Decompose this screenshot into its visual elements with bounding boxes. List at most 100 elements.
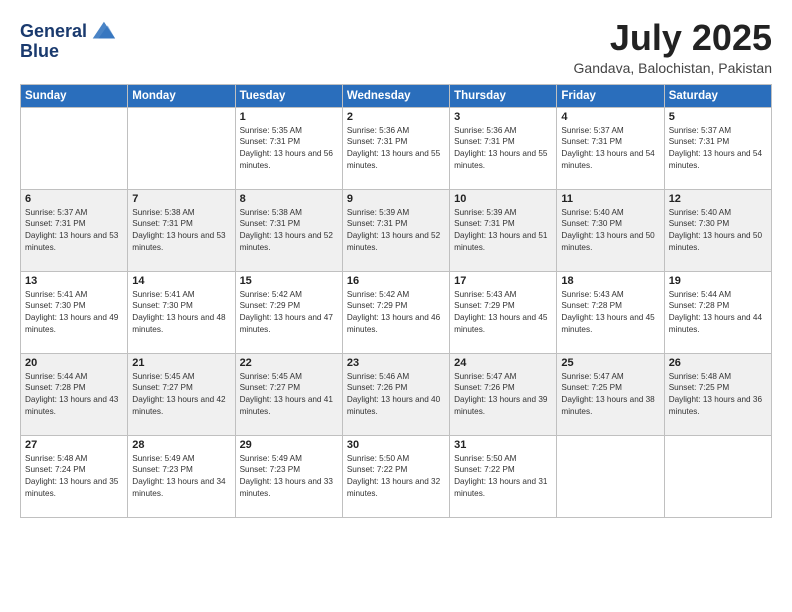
sunset-text: Sunset: 7:31 PM: [25, 219, 86, 228]
table-row: 7 Sunrise: 5:38 AMSunset: 7:31 PMDaylight…: [128, 189, 235, 271]
daylight-text: Daylight: 13 hours and 33 minutes.: [240, 477, 333, 498]
day-info: Sunrise: 5:43 AMSunset: 7:28 PMDaylight:…: [561, 289, 659, 337]
table-row: 13Sunrise: 5:41 AMSunset: 7:30 PMDayligh…: [21, 271, 128, 353]
sunrise-text: Sunrise: 5:50 AM: [454, 454, 516, 463]
day-number: 7: [132, 193, 230, 205]
daylight-text: Daylight: 13 hours and 50 minutes.: [669, 231, 762, 252]
table-row: 17Sunrise: 5:43 AMSunset: 7:29 PMDayligh…: [450, 271, 557, 353]
sunset-text: Sunset: 7:28 PM: [669, 301, 730, 310]
day-info: Sunrise: 5:35 AMSunset: 7:31 PMDaylight:…: [240, 125, 338, 173]
table-row: 6Sunrise: 5:37 AMSunset: 7:31 PMDaylight…: [21, 189, 128, 271]
day-info: Sunrise: 5:46 AMSunset: 7:26 PMDaylight:…: [347, 371, 445, 419]
day-number: 9: [347, 193, 445, 205]
sunset-text: Sunset: 7:31 PM: [347, 219, 408, 228]
sunset-text: Sunset: 7:30 PM: [561, 219, 622, 228]
day-info: Sunrise: 5:38 AMSunset: 7:31 PMDaylight:…: [240, 207, 338, 255]
day-number: 5: [669, 111, 767, 123]
sunrise-text: Sunrise: 5:44 AM: [25, 372, 87, 381]
table-row: 22 Sunrise: 5:45 AM Sunset: 7:27 PM Dayligh…: [235, 353, 342, 435]
sunrise-text: Sunrise: 5:46 AM: [347, 372, 409, 381]
calendar-row: 27Sunrise: 5:48 AMSunset: 7:24 PMDayligh…: [21, 435, 772, 517]
day-number: 13: [25, 275, 123, 287]
page: General Blue July 2025 Gandava, Balochis…: [0, 0, 792, 612]
sunset-text: Sunset: 7:28 PM: [561, 301, 622, 310]
day-number: 4: [561, 111, 659, 123]
sunset-text: Sunset: 7:31 PM: [454, 219, 515, 228]
sunrise-text: Sunrise: 5:45 AM: [240, 372, 302, 381]
col-saturday: Saturday: [664, 84, 771, 107]
daylight-text: Daylight: 13 hours and 55 minutes.: [347, 149, 440, 170]
sunrise-text: Sunrise: 5:50 AM: [347, 454, 409, 463]
sunset-text: Sunset: 7:29 PM: [454, 301, 515, 310]
day-number: 16: [347, 275, 445, 287]
table-row: 30Sunrise: 5:50 AMSunset: 7:22 PMDayligh…: [342, 435, 449, 517]
day-number: 10: [454, 193, 552, 205]
day-info: Sunrise: 5:42 AMSunset: 7:29 PMDaylight:…: [240, 289, 338, 337]
sunrise-text: Sunrise: 5:38 AM: [132, 208, 194, 217]
day-info: Sunrise: 5:38 AMSunset: 7:31 PMDaylight:…: [132, 207, 230, 255]
day-number: 31: [454, 439, 552, 451]
day-info: Sunrise: 5:47 AMSunset: 7:25 PMDaylight:…: [561, 371, 659, 419]
sunset-text: Sunset: 7:23 PM: [240, 465, 301, 474]
sunset-text: Sunset: 7:31 PM: [240, 219, 301, 228]
sunset-text: Sunset: 7:30 PM: [669, 219, 730, 228]
table-row: [128, 107, 235, 189]
daylight-text: Daylight: 13 hours and 41 minutes.: [240, 395, 333, 416]
table-row: [21, 107, 128, 189]
table-row: 12Sunrise: 5:40 AMSunset: 7:30 PMDayligh…: [664, 189, 771, 271]
sunrise-text: Sunrise: 5:48 AM: [669, 372, 731, 381]
day-number: 3: [454, 111, 552, 123]
calendar-row: 20 Sunrise: 5:44 AMSunset: 7:28 PMDayligh…: [21, 353, 772, 435]
sunrise-text: Sunrise: 5:39 AM: [347, 208, 409, 217]
table-row: 31Sunrise: 5:50 AMSunset: 7:22 PMDayligh…: [450, 435, 557, 517]
day-number: 19: [669, 275, 767, 287]
table-row: 20 Sunrise: 5:44 AMSunset: 7:28 PMDayligh…: [21, 353, 128, 435]
sunset-text: Sunset: 7:22 PM: [454, 465, 515, 474]
day-number: 6: [25, 193, 123, 205]
sunset-text: Sunset: 7:26 PM: [454, 383, 515, 392]
day-number: 15: [240, 275, 338, 287]
table-row: 11Sunrise: 5:40 AMSunset: 7:30 PMDayligh…: [557, 189, 664, 271]
day-number: 24: [454, 357, 552, 369]
sunrise-text: Sunrise: 5:41 AM: [132, 290, 194, 299]
daylight-text: Daylight: 13 hours and 45 minutes.: [454, 313, 547, 334]
day-number: 14: [132, 275, 230, 287]
day-info: Sunrise: 5:45 AMSunset: 7:27 PMDaylight:…: [132, 371, 230, 419]
sunrise-text: Sunrise: 5:44 AM: [669, 290, 731, 299]
sunrise-text: Sunrise: 5:47 AM: [561, 372, 623, 381]
day-number: 22: [240, 357, 338, 369]
daylight-text: Daylight: 13 hours and 49 minutes.: [25, 313, 118, 334]
day-number: 17: [454, 275, 552, 287]
day-number: 26: [669, 357, 767, 369]
day-number: 25: [561, 357, 659, 369]
daylight-text: Daylight: 13 hours and 39 minutes.: [454, 395, 547, 416]
calendar-row: 13 Sunrise: 5:41 AMSunset: 7:30 PMDayligh…: [21, 271, 772, 353]
sunset-text: Sunset: 7:27 PM: [240, 383, 301, 392]
day-number: 20: [25, 357, 123, 369]
logo-text-line1: General: [20, 22, 87, 42]
day-info: Sunrise: 5:44 AMSunset: 7:28 PMDaylight:…: [25, 371, 123, 419]
sunset-text: Sunset: 7:31 PM: [240, 137, 301, 146]
sunrise-text: Sunrise: 5:36 AM: [454, 126, 516, 135]
table-row: 21Sunrise: 5:45 AMSunset: 7:27 PMDayligh…: [128, 353, 235, 435]
table-row: 10Sunrise: 5:39 AMSunset: 7:31 PMDayligh…: [450, 189, 557, 271]
table-row: 19Sunrise: 5:44 AMSunset: 7:28 PMDayligh…: [664, 271, 771, 353]
day-info: Sunrise: 5:36 AMSunset: 7:31 PMDaylight:…: [347, 125, 445, 173]
logo-text-line2: Blue: [20, 42, 59, 62]
sunrise-text: Sunrise: 5:40 AM: [561, 208, 623, 217]
month-title: July 2025: [574, 18, 772, 58]
day-info: Sunrise: 5:40 AMSunset: 7:30 PMDaylight:…: [561, 207, 659, 255]
col-wednesday: Wednesday: [342, 84, 449, 107]
day-number: 2: [347, 111, 445, 123]
sunset-text: Sunset: 7:31 PM: [561, 137, 622, 146]
daylight-text: Daylight: 13 hours and 51 minutes.: [454, 231, 547, 252]
logo: General Blue: [20, 18, 117, 62]
daylight-text: Daylight: 13 hours and 54 minutes.: [561, 149, 654, 170]
day-info: Sunrise: 5:41 AMSunset: 7:30 PMDaylight:…: [132, 289, 230, 337]
sunrise-text: Sunrise: 5:35 AM: [240, 126, 302, 135]
sunset-text: Sunset: 7:27 PM: [132, 383, 193, 392]
title-block: July 2025 Gandava, Balochistan, Pakistan: [574, 18, 772, 76]
calendar: Sunday Monday Tuesday Wednesday Thursday…: [20, 84, 772, 518]
daylight-text: Daylight: 13 hours and 52 minutes.: [240, 231, 333, 252]
col-friday: Friday: [557, 84, 664, 107]
